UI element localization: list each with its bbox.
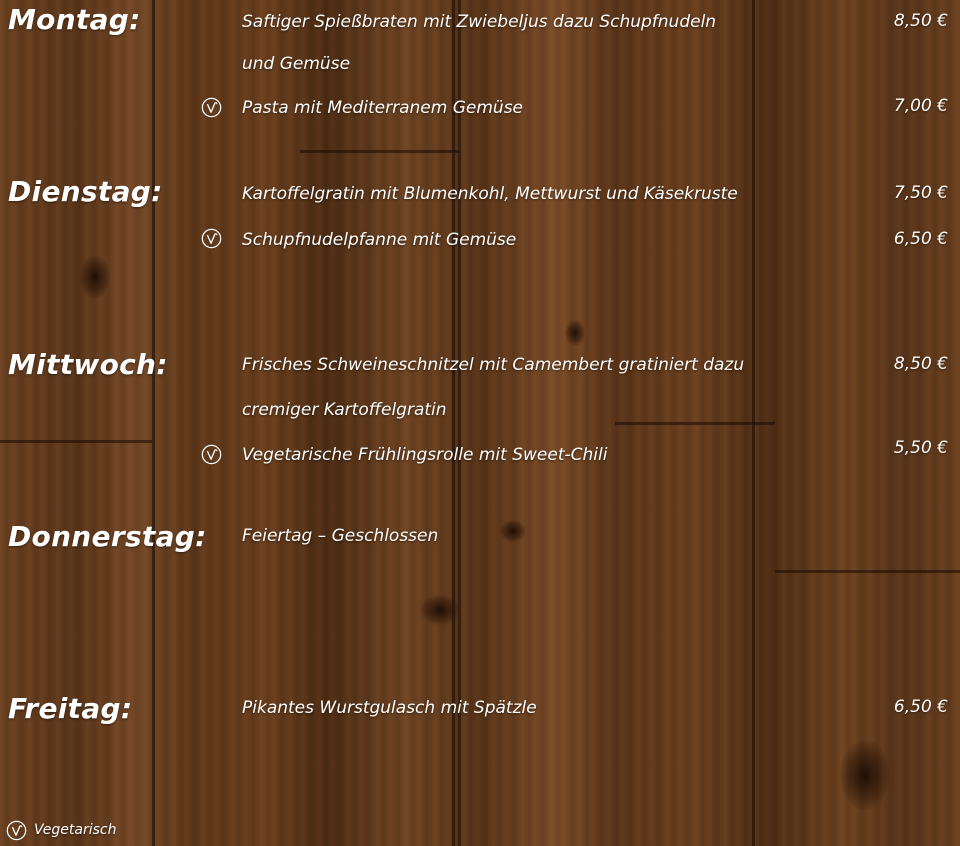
dish-mittwoch-2: Vegetarische Frühlingsrolle mit Sweet-Ch… (242, 445, 608, 465)
dish-donnerstag-1: Feiertag – Geschlossen (242, 526, 439, 546)
price-dienstag-2: 6,50 € (893, 229, 948, 249)
price-montag-1: 8,50 € (893, 11, 948, 31)
wood-knot (420, 595, 460, 625)
price-montag-2: 7,00 € (893, 96, 948, 116)
wood-knot (80, 255, 110, 299)
wood-knot (500, 520, 526, 542)
vegetarian-icon (6, 820, 27, 841)
dish-montag-1-line2: und Gemüse (242, 54, 351, 74)
day-label-donnerstag: Donnerstag: (8, 520, 207, 553)
price-mittwoch-1: 8,50 € (893, 354, 948, 374)
plank-seam (615, 422, 775, 425)
plank-seam (300, 150, 460, 153)
day-label-freitag: Freitag: (8, 692, 133, 725)
vegetarian-icon (201, 97, 222, 118)
vegetarian-icon (201, 444, 222, 465)
vegetarian-icon (201, 228, 222, 249)
wood-knot (840, 740, 890, 810)
price-dienstag-1: 7,50 € (893, 183, 948, 203)
plank-seam (0, 440, 152, 443)
day-label-montag: Montag: (8, 3, 141, 36)
dish-freitag-1: Pikantes Wurstgulasch mit Spätzle (242, 698, 537, 718)
day-label-dienstag: Dienstag: (8, 175, 163, 208)
day-label-mittwoch: Mittwoch: (8, 348, 168, 381)
price-mittwoch-2: 5,50 € (893, 438, 948, 458)
legend-label: Vegetarisch (34, 822, 117, 838)
plank-seam (775, 570, 960, 573)
dish-montag-2: Pasta mit Mediterranem Gemüse (242, 98, 524, 118)
dish-mittwoch-1-line1: Frisches Schweineschnitzel mit Camembert… (242, 355, 745, 375)
dish-mittwoch-1-line2: cremiger Kartoffelgratin (242, 400, 447, 420)
dish-montag-1-line1: Saftiger Spießbraten mit Zwiebeljus dazu… (242, 12, 717, 32)
dish-dienstag-1: Kartoffelgratin mit Blumenkohl, Mettwurs… (242, 184, 738, 204)
price-freitag-1: 6,50 € (893, 697, 948, 717)
wood-knot (565, 320, 585, 346)
dish-dienstag-2: Schupfnudelpfanne mit Gemüse (242, 230, 517, 250)
